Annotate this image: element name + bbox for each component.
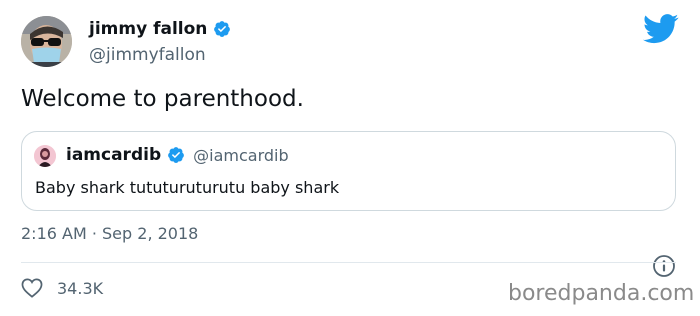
tweet-text: Welcome to parenthood.	[21, 86, 304, 112]
quoted-tweet-card[interactable]: iamcardib @iamcardib Baby shark tututuru…	[21, 131, 676, 211]
verified-badge-icon	[214, 21, 231, 37]
quoted-avatar-image	[34, 145, 56, 167]
like-action[interactable]: 34.3K	[21, 278, 103, 298]
quoted-author-name: iamcardib	[66, 145, 162, 165]
quoted-verified-badge-icon	[168, 147, 184, 163]
avatar-image	[21, 16, 72, 67]
author-handle[interactable]: @jimmyfallon	[89, 45, 206, 65]
heart-icon[interactable]	[21, 278, 43, 298]
like-count: 34.3K	[57, 278, 104, 298]
author-avatar[interactable]	[21, 16, 72, 67]
quoted-author-avatar	[34, 145, 56, 167]
author-name[interactable]: jimmy fallon	[89, 19, 207, 39]
tweet-timestamp[interactable]: 2:16 AM · Sep 2, 2018	[21, 224, 198, 243]
twitter-bird-icon[interactable]	[643, 14, 679, 44]
author-name-row: jimmy fallon	[89, 19, 231, 39]
quoted-author-row: iamcardib @iamcardib	[66, 145, 289, 165]
info-icon[interactable]	[652, 254, 676, 278]
divider	[21, 262, 676, 263]
quoted-author-handle: @iamcardib	[193, 145, 289, 165]
watermark: boredpanda.com	[508, 281, 695, 306]
quoted-tweet-text: Baby shark tututuruturutu baby shark	[35, 178, 340, 197]
